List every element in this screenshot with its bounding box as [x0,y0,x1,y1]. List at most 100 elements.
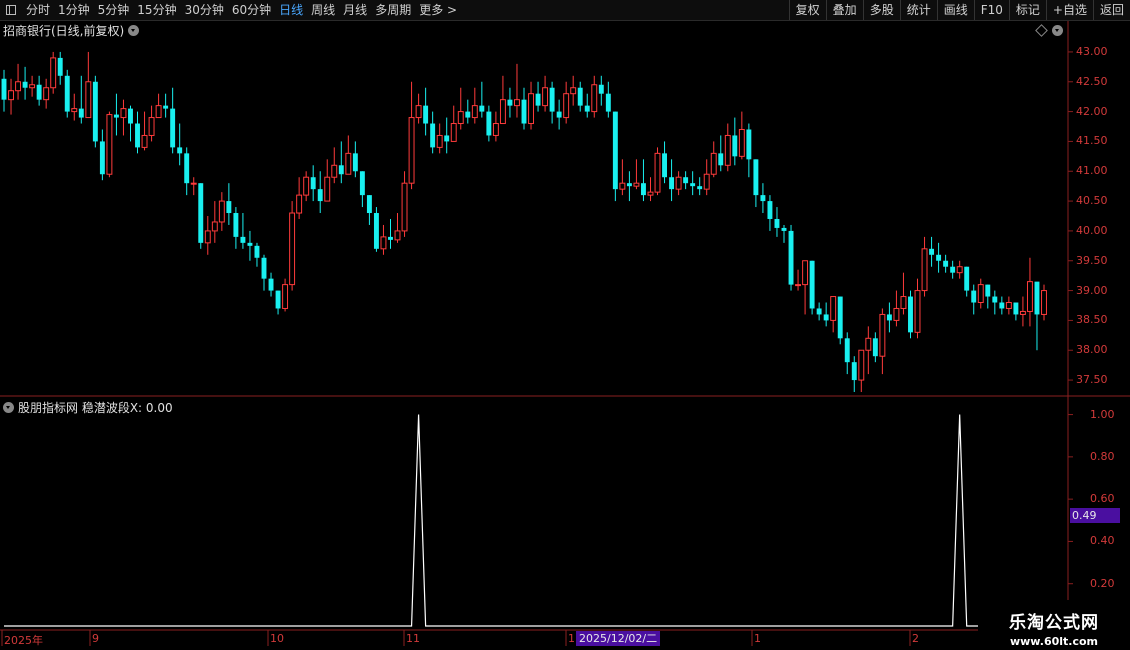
window-toggle-icon[interactable] [6,5,16,15]
indicator-tick-label: 0.80 [1090,449,1115,463]
price-tick-label: 37.50 [1076,373,1108,387]
indicator-tick-label: 0.20 [1090,576,1115,590]
candle-body [591,84,598,113]
candle-body [802,260,809,286]
candle-body [331,164,338,178]
candle-body [858,349,865,381]
period-item[interactable]: 30分钟 [181,0,228,20]
candle-body [345,152,352,175]
candle-body [647,191,654,196]
candle-body [584,105,590,112]
candle-body [690,183,696,187]
indicator-tick-label: 1.00 [1090,407,1115,421]
candle-body [204,230,211,244]
period-item[interactable]: 多周期 [371,0,415,20]
candle-body [703,173,710,190]
period-item[interactable]: 60分钟 [228,0,275,20]
candle-body [282,284,289,309]
date-label: 9 [92,632,99,645]
candle-body [985,284,991,297]
toolbar-button[interactable]: 统计 [899,0,937,20]
watermark-title: 乐淘公式网 [1009,613,1099,633]
candle-body [43,87,50,101]
candle-body [675,176,682,190]
period-item[interactable]: 5分钟 [94,0,134,20]
toolbar-button[interactable]: 叠加 [825,0,863,20]
indicator-line [4,414,1068,627]
candle-body [211,221,218,232]
candle-body [36,84,42,100]
candle-body [1034,281,1040,315]
chevron-down-icon[interactable] [128,25,140,36]
price-tick-label: 39.50 [1076,253,1108,267]
candle-body [577,87,583,106]
candle-body [415,105,422,119]
toolbar-button[interactable]: 画线 [936,0,974,20]
price-tick-label: 40.50 [1076,194,1108,208]
candle-body [135,123,140,148]
candle-body [226,201,232,214]
main-chart-header: 招商银行(日线,前复权) [3,22,140,39]
top-toolbar: 分时 1分钟 5分钟 15分钟 30分钟 60分钟 日线 周线 月线 多周期 更多 > 复权 叠加 多股… [0,0,1130,21]
candle-body [943,260,949,267]
price-tick-label: 41.00 [1076,164,1108,178]
period-bar: 分时 1分钟 5分钟 15分钟 30分钟 60分钟 日线 周线 月线 多周期 更多 > [0,0,461,20]
candle-body [317,189,323,202]
candle-body [141,134,148,148]
toolbar-button[interactable]: 返回 [1092,0,1130,20]
period-item[interactable]: 更多 > [415,0,461,20]
candle-body [795,284,802,287]
candle-body [423,105,429,124]
candle-body [738,128,745,157]
candle-body [724,134,731,166]
candle-body [753,159,759,196]
diamond-icon[interactable] [1035,24,1048,37]
candle-body [641,183,646,196]
candle-body [71,108,78,113]
date-axis: 2025年 9 10 11 1 1 2 [0,630,1130,650]
candle-body [457,111,464,125]
candle-body [450,123,457,142]
stock-title: 招商银行(日线,前复权) [3,24,125,38]
toolbar-button[interactable]: +自选 [1045,0,1093,20]
candle-body [542,87,549,107]
period-item[interactable]: 分时 [22,0,54,20]
candle-body [521,99,527,124]
candle-body [430,123,436,148]
candle-body [85,81,92,119]
candle-body [471,105,478,119]
candle-body [886,314,892,321]
period-item[interactable]: 日线 [275,0,307,20]
candle-body [654,152,661,193]
candle-body [190,182,197,185]
candle-body [50,57,57,89]
period-item[interactable]: 1分钟 [54,0,94,20]
candle-body [732,135,738,157]
candle-body [977,284,984,304]
toolbar-button[interactable]: 标记 [1008,0,1046,20]
toolbar-button[interactable]: 复权 [788,0,826,20]
candle-body [218,200,225,223]
price-tick-label: 41.50 [1076,134,1108,148]
candle-body [1019,310,1026,315]
period-item[interactable]: 周线 [307,0,339,20]
candle-body [956,266,963,274]
candle-body [394,230,401,241]
candle-body [1013,302,1019,315]
kline-chart[interactable] [0,0,1130,650]
candle-body [999,302,1005,309]
toolbar-button[interactable]: 多股 [862,0,900,20]
candle-body [816,308,822,315]
candle-body [528,93,534,125]
toolbar-button[interactable]: F10 [973,0,1009,20]
period-item[interactable]: 15分钟 [133,0,180,20]
candle-body [401,182,408,232]
chevron-down-icon[interactable] [1052,25,1063,36]
chevron-down-icon[interactable] [3,402,14,413]
period-item[interactable]: 月线 [339,0,371,20]
candle-body [760,195,766,202]
candle-body [514,99,520,107]
candle-body [359,171,365,196]
candle-body [619,182,626,190]
candle-body [275,290,281,309]
